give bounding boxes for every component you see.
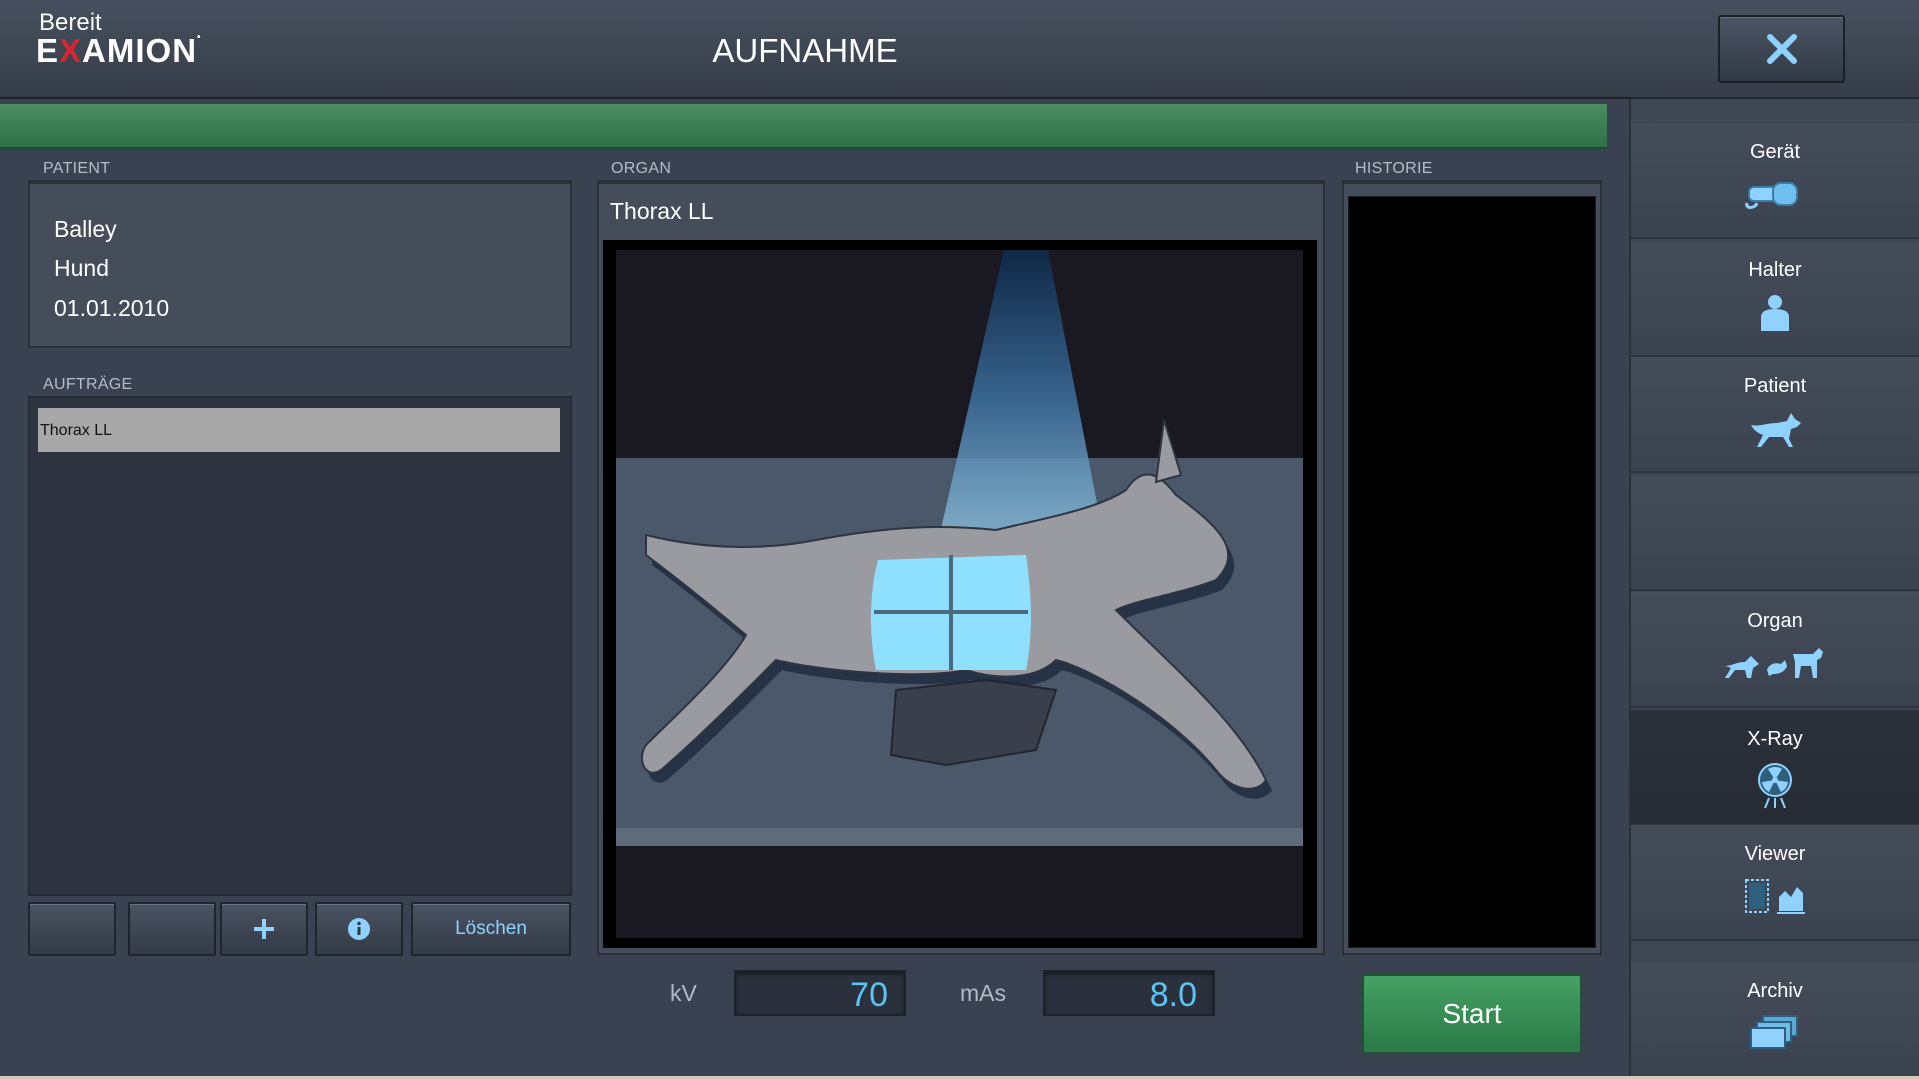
patient-panel <box>28 180 572 348</box>
radiation-icon <box>1758 763 1792 809</box>
organ-section-label: ORGAN <box>611 160 672 177</box>
sidebar-item-organ[interactable]: Organ <box>1631 592 1919 708</box>
sidebar-item-label: Halter <box>1748 259 1802 281</box>
organ-illustration <box>616 250 1303 938</box>
patient-species: Hund <box>54 255 109 281</box>
sidebar-item-patient[interactable]: Patient <box>1631 357 1919 473</box>
list-item[interactable]: Thorax LL <box>38 408 560 452</box>
add-button[interactable] <box>220 902 308 956</box>
patient-section-label: PATIENT <box>43 160 111 177</box>
sidebar-item-archiv[interactable]: Archiv <box>1631 962 1919 1078</box>
owner-icon <box>1761 295 1789 331</box>
animals-icon <box>1725 648 1823 678</box>
dog-icon <box>1751 413 1801 447</box>
info-icon <box>348 918 370 940</box>
device-icon <box>1745 182 1798 209</box>
sidebar-item-label: Archiv <box>1747 980 1803 1002</box>
patient-name: Balley <box>54 216 117 242</box>
historie-section-label: HISTORIE <box>1355 160 1433 177</box>
mas-label: mAs <box>960 980 1006 1006</box>
sidebar-item-xray[interactable]: X-Ray <box>1631 710 1919 826</box>
kv-field[interactable]: 70 <box>734 970 906 1016</box>
status-bar <box>0 104 1607 149</box>
plus-icon <box>254 919 274 939</box>
auftraege-section-label: AUFTRÄGE <box>43 376 133 393</box>
archive-icon <box>1750 1015 1798 1049</box>
patient-birthdate: 01.01.2010 <box>54 295 170 321</box>
organ-name: Thorax LL <box>610 198 714 224</box>
sidebar-item-halter[interactable]: Halter <box>1631 241 1919 357</box>
sidebar-item-viewer[interactable]: Viewer <box>1631 825 1919 941</box>
delete-button[interactable]: Löschen <box>411 902 571 956</box>
start-button[interactable]: Start <box>1362 974 1582 1054</box>
sidebar-item-geraet[interactable]: Gerät <box>1631 123 1919 239</box>
mas-field[interactable]: 8.0 <box>1043 970 1215 1016</box>
viewer-icon <box>1745 879 1805 914</box>
close-icon <box>1766 34 1797 64</box>
info-button[interactable] <box>315 902 403 956</box>
sidebar-item-empty <box>1631 475 1919 591</box>
page-title: AUFNAHME <box>712 32 898 69</box>
blank-button-1[interactable] <box>28 902 116 956</box>
status-text: Bereit <box>39 9 102 36</box>
close-button[interactable] <box>1718 15 1845 83</box>
sidebar-item-label: X-Ray <box>1747 728 1803 750</box>
sidebar-item-label: Patient <box>1743 375 1807 397</box>
examion-logo: EXAMION• <box>36 32 202 69</box>
auftraege-list[interactable]: Thorax LL <box>28 396 572 896</box>
sidebar-item-label: Gerät <box>1749 141 1801 163</box>
sidebar-item-label: Viewer <box>1744 843 1806 865</box>
dog-xray-illustration <box>616 250 1303 938</box>
sidebar-item-label: Organ <box>1747 610 1803 632</box>
historie-list[interactable] <box>1348 196 1596 948</box>
kv-label: kV <box>670 980 697 1006</box>
blank-button-2[interactable] <box>128 902 216 956</box>
